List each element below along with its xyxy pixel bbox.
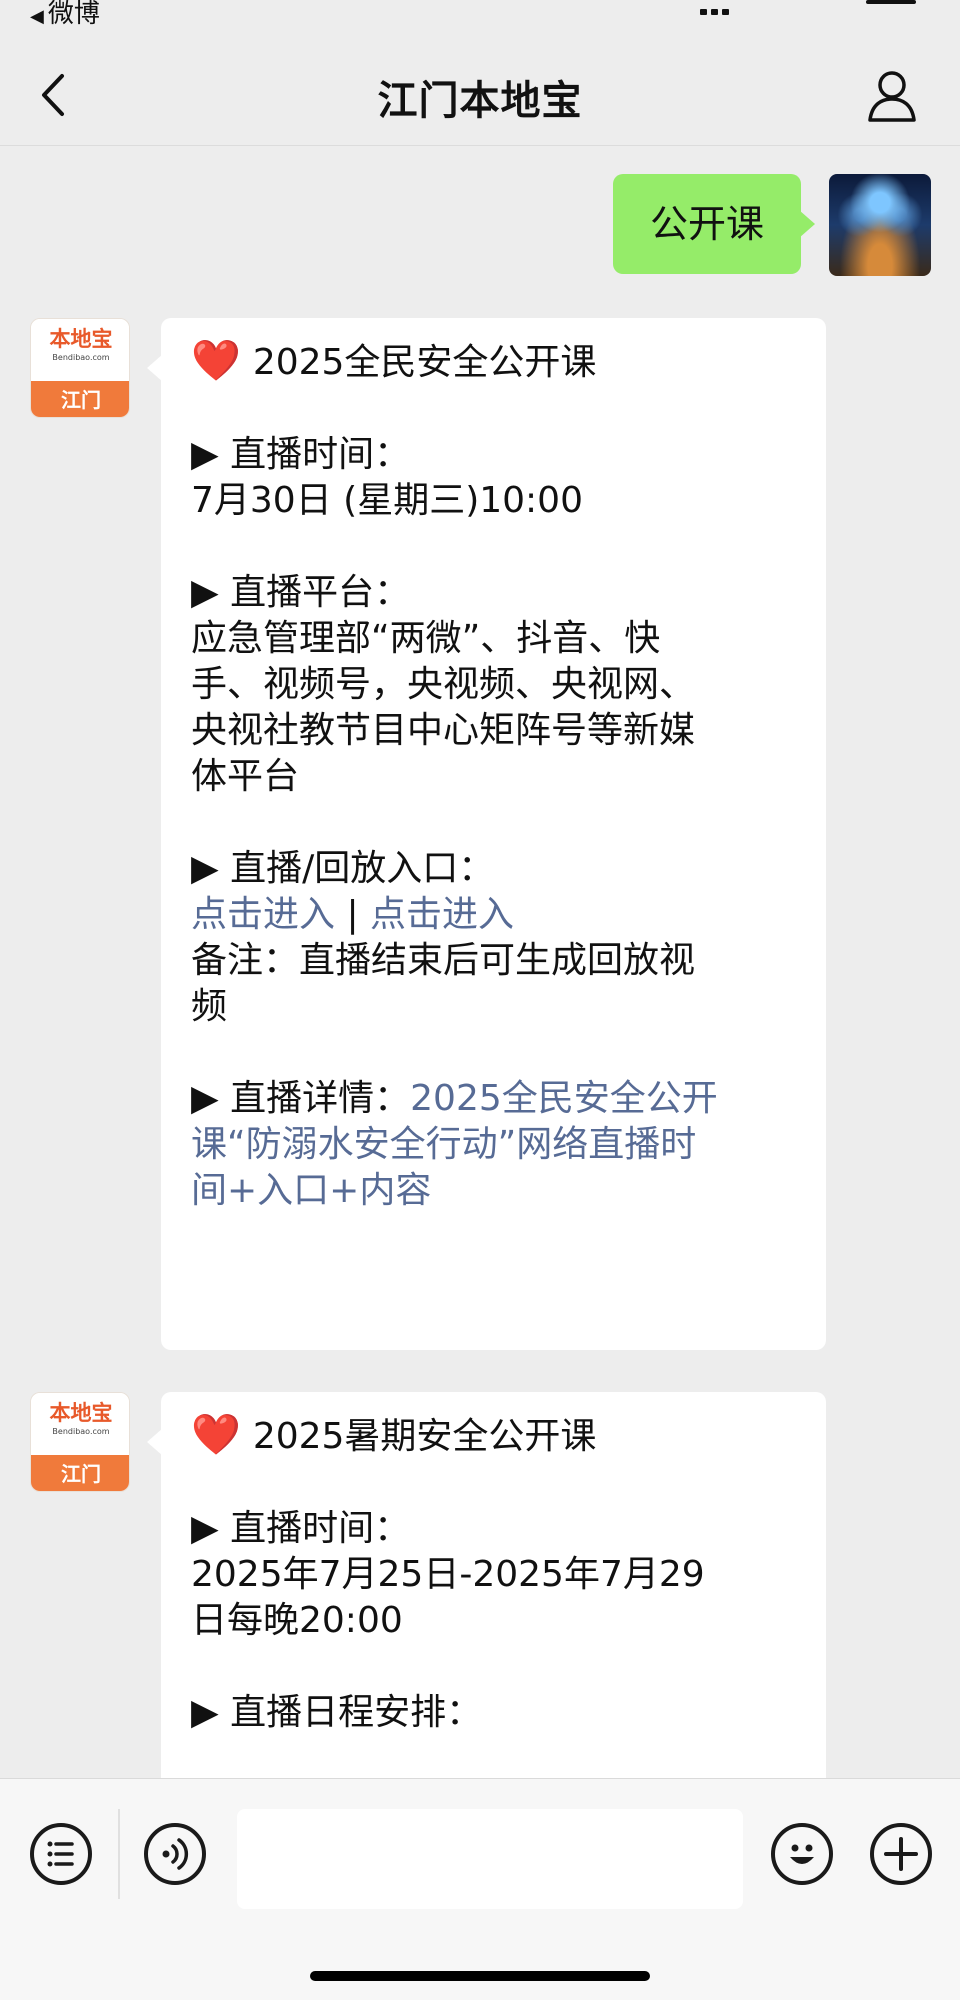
details-line: ▶ 直播详情：2025全民安全公开 (191, 1076, 796, 1122)
status-bar: ◀ 微博 (0, 0, 960, 30)
heart-icon: ❤️ (191, 338, 241, 384)
voice-button[interactable] (144, 1823, 206, 1885)
profile-button[interactable] (866, 68, 918, 124)
logo-sub: Bendibao.com (52, 353, 110, 362)
logo-text: 本地宝 (49, 326, 113, 351)
person-outline-icon (868, 71, 916, 122)
divider (118, 1809, 120, 1899)
replay-entry-link[interactable]: 点击进入 (370, 894, 514, 935)
details-label: ▶ 直播详情： (191, 1078, 411, 1119)
back-triangle-icon: ◀ (30, 6, 44, 27)
menu-toggle-button[interactable] (30, 1823, 92, 1885)
broadcast-time: 日每晚20:00 (191, 1600, 403, 1641)
broadcast-time: 7月30日 (星期三)10:00 (191, 480, 583, 521)
chat-input-bar (0, 1778, 960, 2000)
heart-icon: ❤️ (191, 1412, 241, 1458)
logo-city: 江门 (31, 381, 129, 417)
live-entry-link[interactable]: 点击进入 (191, 894, 335, 935)
back-to-app-link[interactable]: ◀ 微博 (30, 0, 100, 31)
page-title: 江门本地宝 (377, 78, 583, 124)
logo-city: 江门 (31, 1455, 129, 1491)
note-text: 频 (191, 986, 228, 1027)
more-actions-button[interactable] (870, 1823, 932, 1885)
entry-label: ▶ 直播/回放入口： (191, 848, 495, 889)
note-text: 备注：直播结束后可生成回放视 (191, 940, 696, 981)
emoji-icon (790, 1844, 814, 1864)
battery-icon (866, 0, 916, 4)
chat-header: 江门本地宝 (0, 30, 960, 146)
broadcast-time-label: ▶ 直播时间： (191, 434, 411, 475)
details-link[interactable]: 2025全民安全公开 (410, 1078, 718, 1119)
back-app-label: 微博 (47, 0, 100, 29)
voice-icon (162, 1838, 189, 1870)
message-heading: ❤️ 2025全民安全公开课 (191, 338, 597, 384)
broadcast-time: 2025年7月25日-2025年7月29 (191, 1554, 705, 1595)
logo-text: 本地宝 (49, 1400, 113, 1425)
message-heading: ❤️ 2025暑期安全公开课 (191, 1412, 597, 1458)
broadcast-time-label: ▶ 直播时间： (191, 1508, 411, 1549)
my-avatar[interactable] (829, 174, 931, 276)
platform-label: ▶ 直播平台： (191, 572, 411, 613)
logo-sub: Bendibao.com (52, 1427, 110, 1436)
entry-separator: | (335, 894, 371, 935)
entry-links: 点击进入 | 点击进入 (191, 892, 796, 938)
platform-text: 体平台 (191, 756, 300, 797)
schedule-label: ▶ 直播日程安排： (191, 1692, 483, 1733)
bot-avatar[interactable]: 本地宝 Bendibao.com 江门 (30, 318, 130, 418)
platform-text: 手、视频号，央视频、央视网、 (191, 664, 696, 705)
message-input[interactable] (237, 1809, 743, 1909)
signal-icon (700, 0, 740, 15)
list-menu-icon (47, 1841, 74, 1867)
details-link[interactable]: 间+入口+内容 (191, 1168, 796, 1214)
home-indicator[interactable] (310, 1971, 650, 1981)
platform-text: 应急管理部“两微”、抖音、快 (191, 618, 661, 659)
platform-text: 央视社教节目中心矩阵号等新媒 (191, 710, 696, 751)
plus-icon (884, 1837, 918, 1871)
emoji-button[interactable] (771, 1823, 833, 1885)
bot-avatar[interactable]: 本地宝 Bendibao.com 江门 (30, 1392, 130, 1492)
details-link[interactable]: 课“防溺水安全行动”网络直播时 (191, 1122, 796, 1168)
received-message-bubble[interactable]: ❤️ 2025全民安全公开课 ▶ 直播时间： 7月30日 (星期三)10:00 ▶… (147, 318, 826, 1350)
sent-message-bubble[interactable]: 公开课 (613, 174, 815, 274)
